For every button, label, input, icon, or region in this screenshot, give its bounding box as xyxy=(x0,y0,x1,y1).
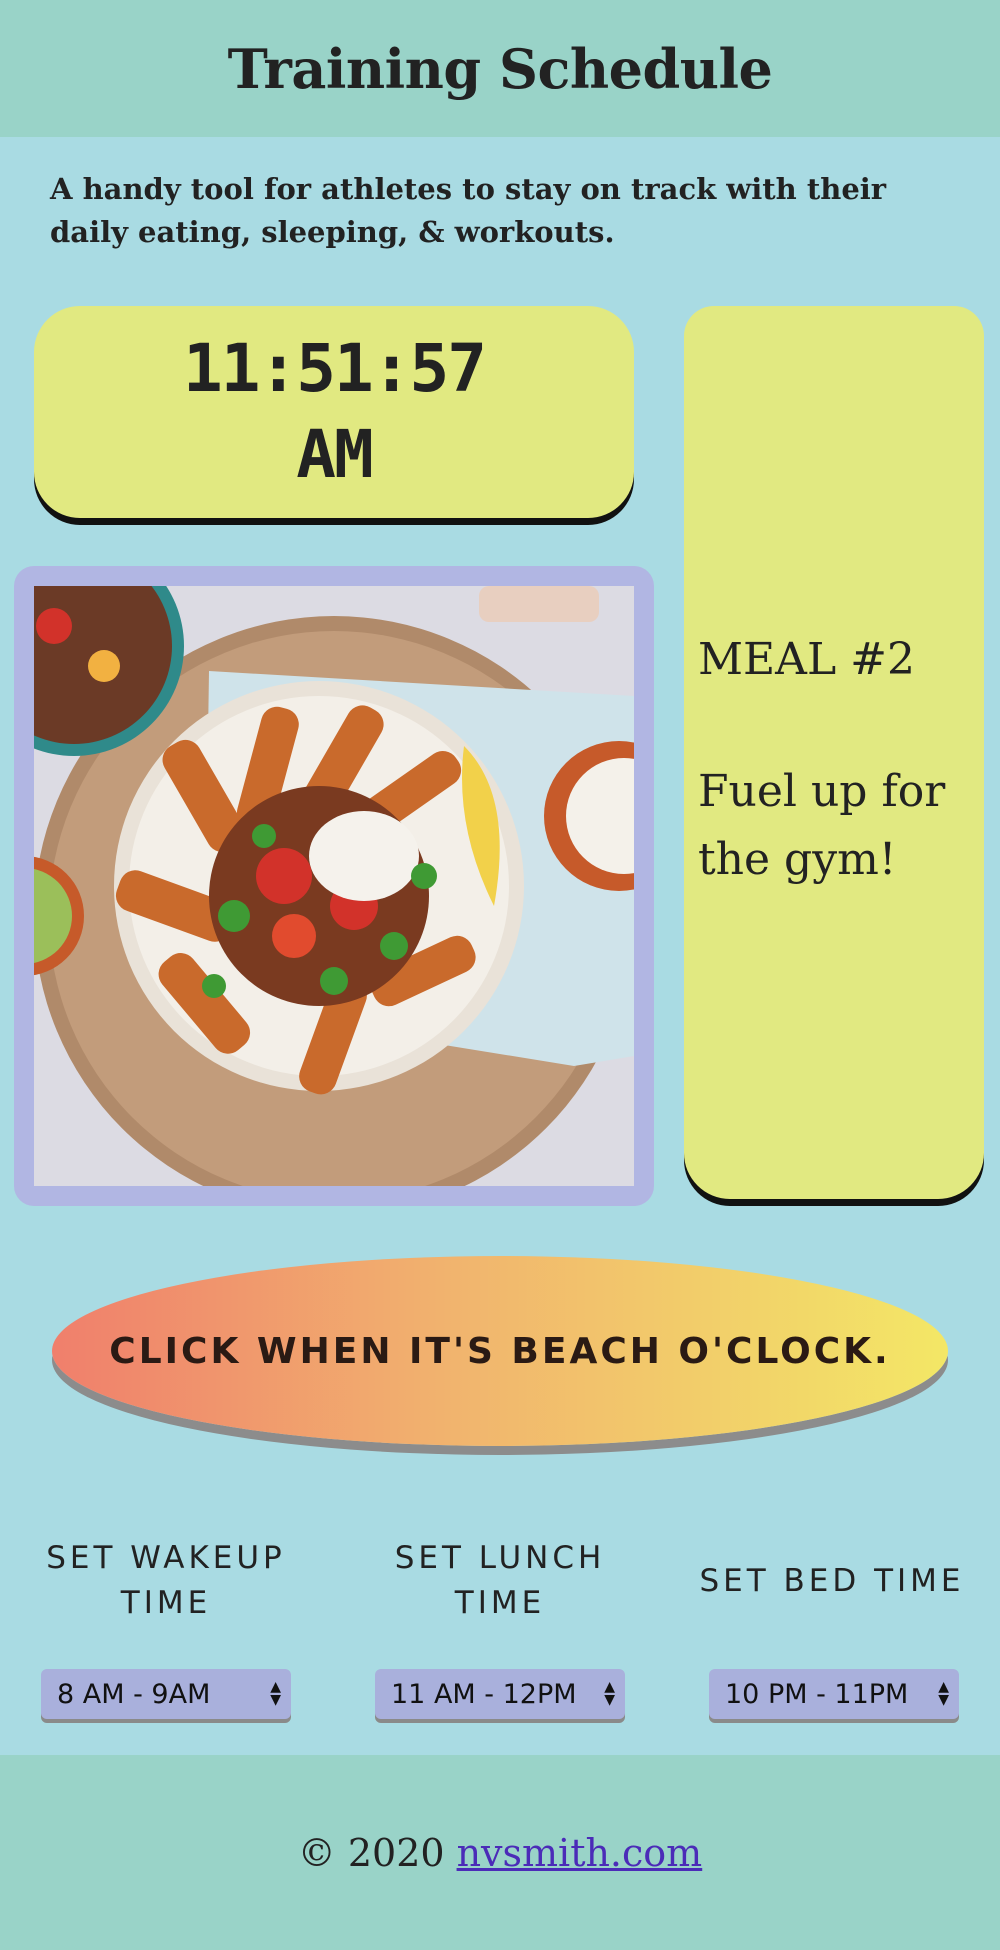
bed-time-select[interactable]: 10 PM - 11PM ▲ ▼ xyxy=(709,1669,959,1719)
page-title: Training Schedule xyxy=(227,36,773,101)
meal-message: Fuel up for the gym! xyxy=(698,766,946,885)
food-bowl-illustration xyxy=(34,586,634,1186)
select-arrows-icon: ▲ ▼ xyxy=(938,1679,949,1708)
beach-oclock-button-label: CLICK WHEN IT'S BEACH O'CLOCK. xyxy=(109,1330,891,1372)
clock-period: AM xyxy=(296,416,373,493)
page-footer: © 2020 nvsmith.com xyxy=(0,1755,1000,1950)
lunch-time-group: SET LUNCH TIME xyxy=(350,1536,650,1626)
clock-display: 11:51:57 AM xyxy=(34,306,634,518)
bed-time-group: SET BED TIME xyxy=(682,1536,982,1626)
select-arrows-icon: ▲ ▼ xyxy=(270,1679,281,1708)
meal-title: MEAL #2 xyxy=(698,634,916,685)
lunch-time-label: SET LUNCH TIME xyxy=(394,1540,606,1621)
wakeup-time-value: 8 AM - 9AM xyxy=(57,1678,211,1710)
tagline: A handy tool for athletes to stay on tra… xyxy=(50,172,887,249)
wakeup-time-group: SET WAKEUP TIME xyxy=(16,1536,316,1626)
clock-time: 11:51:57 xyxy=(183,330,487,407)
footer-site-link[interactable]: nvsmith.com xyxy=(457,1831,703,1875)
footer-copyright: © 2020 xyxy=(297,1830,445,1875)
bed-time-label: SET BED TIME xyxy=(699,1562,965,1599)
select-arrows-icon: ▲ ▼ xyxy=(604,1679,615,1708)
meal-panel: MEAL #2 Fuel up for the gym! xyxy=(684,306,984,1199)
lunch-time-select[interactable]: 11 AM - 12PM ▲ ▼ xyxy=(375,1669,625,1719)
beach-oclock-button[interactable]: CLICK WHEN IT'S BEACH O'CLOCK. xyxy=(52,1256,948,1446)
meal-photo xyxy=(34,586,634,1186)
meal-photo-frame xyxy=(14,566,654,1206)
lunch-time-value: 11 AM - 12PM xyxy=(391,1678,577,1710)
page-header: Training Schedule xyxy=(0,0,1000,137)
wakeup-time-select[interactable]: 8 AM - 9AM ▲ ▼ xyxy=(41,1669,291,1719)
wakeup-time-label: SET WAKEUP TIME xyxy=(46,1540,286,1621)
bed-time-value: 10 PM - 11PM xyxy=(725,1678,909,1710)
